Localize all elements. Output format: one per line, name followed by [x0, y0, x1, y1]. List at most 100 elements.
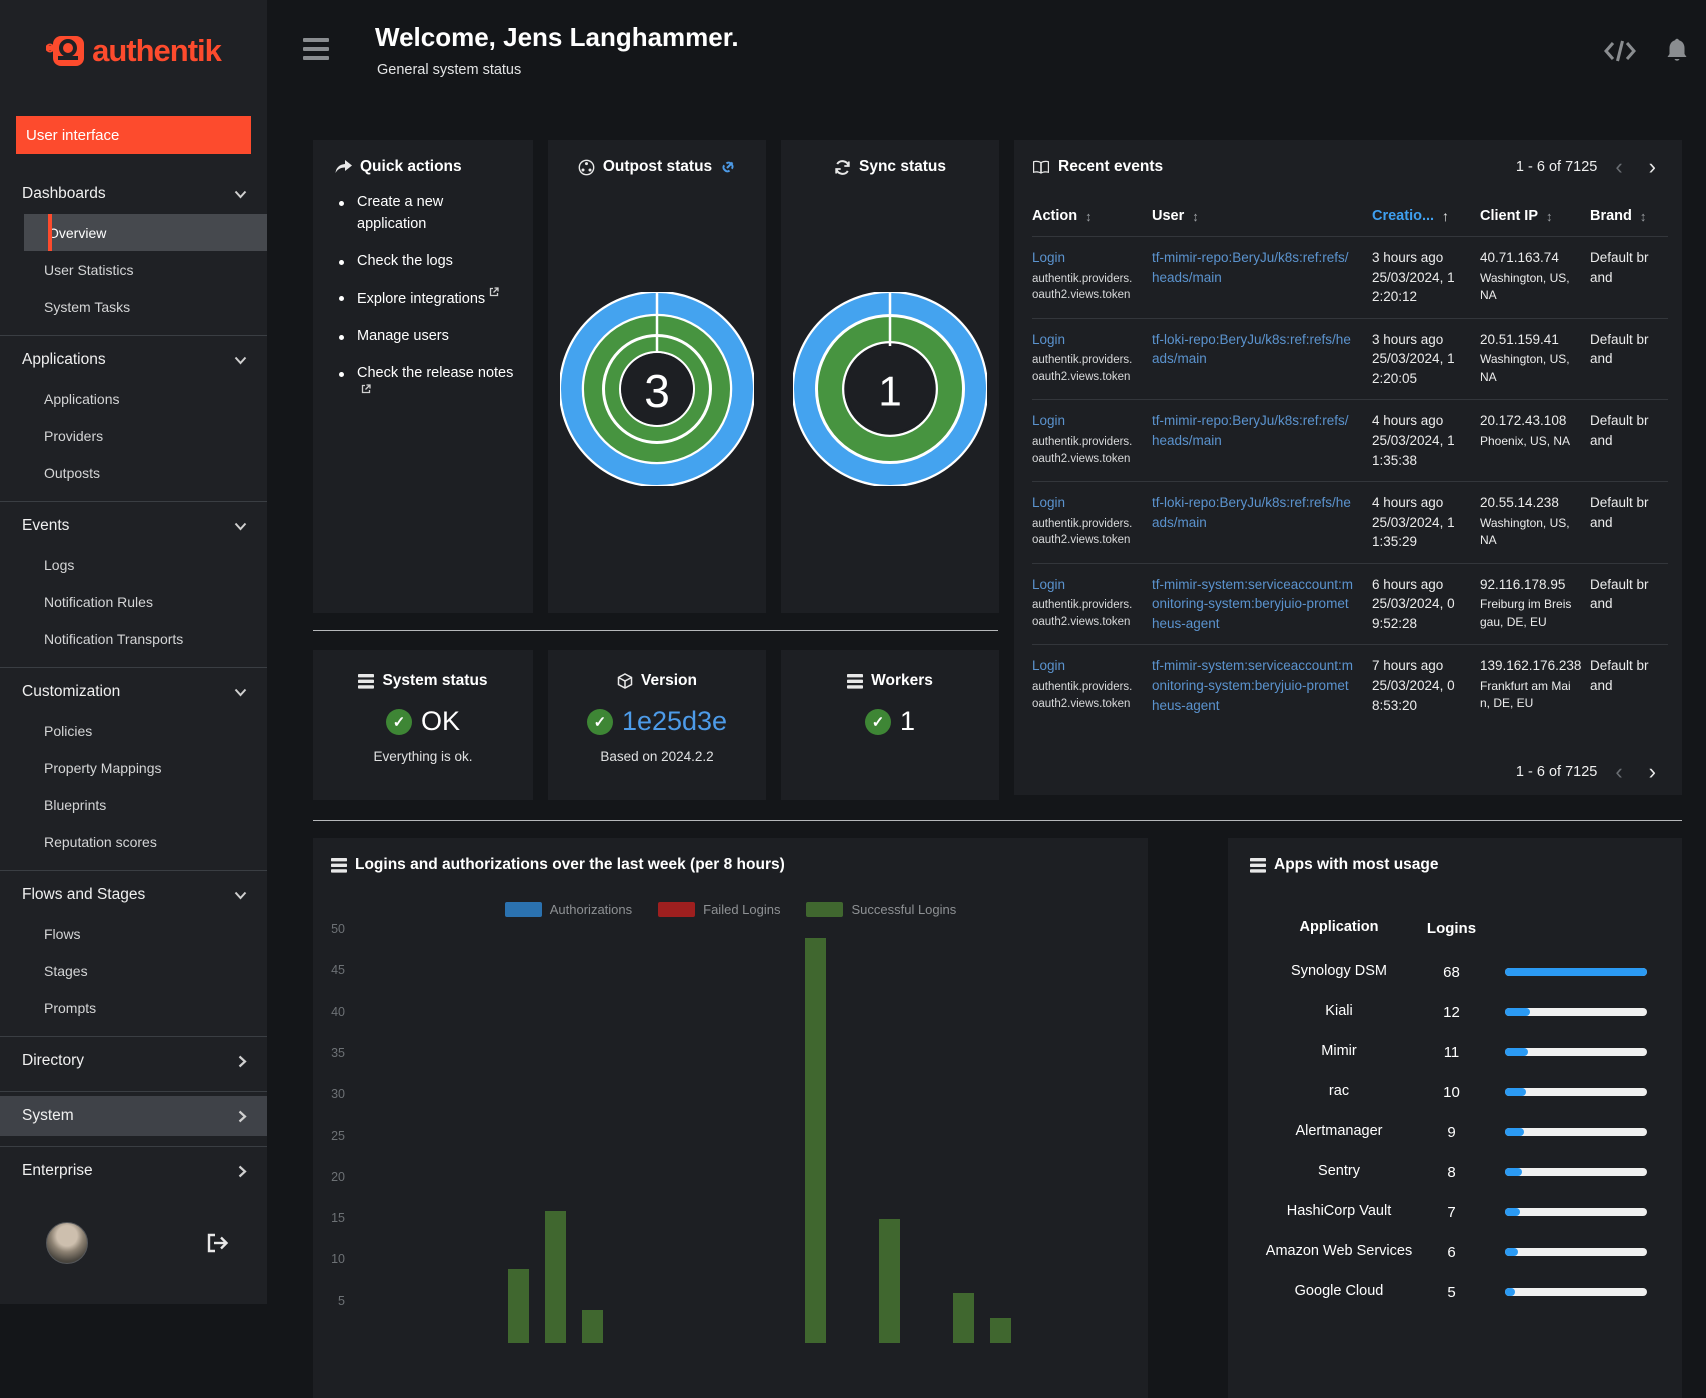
sidebar-item-dashboards[interactable]: Dashboards — [0, 174, 267, 214]
sidebar-item-flows[interactable]: Flows — [0, 915, 267, 952]
event-action-link[interactable]: Login — [1032, 656, 1065, 676]
notification-bell-icon[interactable] — [1665, 38, 1689, 69]
event-action-link[interactable]: Login — [1032, 493, 1065, 513]
event-action-cell: Login authentik.providers.oauth2.views.to… — [1032, 656, 1152, 715]
sidebar-item-flows-and-stages[interactable]: Flows and Stages — [0, 875, 267, 915]
legend-item: Failed Logins — [658, 902, 780, 917]
app-usage-bar-track — [1505, 1208, 1647, 1216]
sort-icon[interactable]: ↕ — [1192, 209, 1199, 224]
sidebar-section-label: Directory — [22, 1052, 85, 1069]
event-client-geo: Washington, US, NA — [1480, 515, 1570, 548]
version-value-link[interactable]: 1e25d3e — [622, 706, 727, 737]
column-header-user[interactable]: User ↕ — [1152, 208, 1372, 224]
pagination-prev-icon[interactable]: ‹ — [1607, 761, 1630, 783]
sidebar-item-stages[interactable]: Stages — [0, 952, 267, 989]
event-action-link[interactable]: Login — [1032, 411, 1065, 431]
quick-action-link[interactable]: Explore integrations — [357, 291, 485, 307]
avatar[interactable] — [46, 1222, 88, 1264]
sidebar-item-overview[interactable]: Overview — [24, 214, 267, 251]
app-logins-count: 6 — [1447, 1243, 1456, 1261]
sidebar-section-label: Applications — [22, 351, 106, 368]
sidebar-item-notification-rules[interactable]: Notification Rules — [0, 583, 267, 620]
app-usage-bar-cell — [1489, 1248, 1648, 1256]
event-user-link[interactable]: tf-mimir-repo:BeryJu/k8s:ref:refs/heads/… — [1152, 411, 1356, 450]
event-user-link[interactable]: tf-loki-repo:BeryJu/k8s:ref:refs/heads/m… — [1152, 330, 1356, 369]
event-user-link[interactable]: tf-loki-repo:BeryJu/k8s:ref:refs/heads/m… — [1152, 493, 1356, 532]
table-row: Login authentik.providers.oauth2.views.to… — [1032, 562, 1668, 645]
hamburger-menu-icon[interactable] — [303, 38, 329, 60]
column-header-brand[interactable]: Brand ↕ — [1590, 208, 1668, 224]
chevron-down-icon — [234, 891, 247, 899]
app-usage-bar-track — [1505, 1048, 1647, 1056]
sort-icon[interactable]: ↕ — [1640, 209, 1647, 224]
y-axis-tick: 35 — [331, 1045, 345, 1060]
sidebar-item-property-mappings[interactable]: Property Mappings — [0, 749, 267, 786]
app-usage-bar-fill — [1505, 968, 1647, 976]
sidebar-item-applications[interactable]: Applications — [0, 380, 267, 417]
sidebar-item-logs[interactable]: Logs — [0, 546, 267, 583]
table-row: Login authentik.providers.oauth2.views.to… — [1032, 317, 1668, 400]
sidebar-section-applications: Applications Applications Providers Outpost… — [0, 335, 267, 501]
sidebar-item-events[interactable]: Events — [0, 506, 267, 546]
y-axis-tick: 50 — [331, 922, 345, 936]
quick-action-link[interactable]: Manage users — [357, 328, 449, 344]
chart-bar — [581, 1309, 603, 1343]
app-name: rac — [1328, 1083, 1350, 1100]
column-header-action[interactable]: Action ↕ — [1032, 208, 1152, 224]
sidebar-item-policies[interactable]: Policies — [0, 712, 267, 749]
sort-icon[interactable]: ↕ — [1546, 209, 1553, 224]
event-action-link[interactable]: Login — [1032, 248, 1065, 268]
version-subtitle: Based on 2024.2.2 — [600, 749, 714, 764]
system-status-title: System status — [382, 672, 488, 689]
sidebar-item-providers[interactable]: Providers — [0, 417, 267, 454]
event-user-cell: tf-mimir-repo:BeryJu/k8s:ref:refs/heads/… — [1152, 411, 1372, 470]
event-client-ip: 40.71.163.74 — [1480, 250, 1559, 265]
sidebar-item-applications[interactable]: Applications — [0, 340, 267, 380]
quick-action-link[interactable]: Create a new application — [357, 194, 443, 232]
event-user-link[interactable]: tf-mimir-system:serviceaccount:monitorin… — [1152, 656, 1356, 715]
event-action-link[interactable]: Login — [1032, 575, 1065, 595]
event-action-cell: Login authentik.providers.oauth2.views.to… — [1032, 493, 1152, 552]
quick-action-link[interactable]: Check the release notes — [357, 365, 513, 381]
user-interface-button[interactable]: User interface — [16, 116, 251, 154]
sidebar-item-customization[interactable]: Customization — [0, 672, 267, 712]
sidebar-item-reputation-scores[interactable]: Reputation scores — [0, 823, 267, 860]
sidebar-item-directory[interactable]: Directory — [0, 1041, 267, 1081]
sidebar-item-outposts[interactable]: Outposts — [0, 454, 267, 491]
pagination-next-icon[interactable]: › — [1641, 156, 1664, 178]
sidebar-item-blueprints[interactable]: Blueprints — [0, 786, 267, 823]
event-action-cell: Login authentik.providers.oauth2.views.to… — [1032, 248, 1152, 307]
logout-icon[interactable] — [205, 1232, 229, 1254]
sidebar-section-enterprise: Enterprise — [0, 1146, 267, 1201]
api-code-icon[interactable] — [1603, 38, 1637, 69]
app-name: Sentry — [1318, 1163, 1360, 1180]
sort-icon[interactable]: ↕ — [1085, 209, 1092, 224]
sidebar-item-prompts[interactable]: Prompts — [0, 989, 267, 1026]
cube-icon — [617, 673, 633, 689]
quick-action-link[interactable]: Check the logs — [357, 253, 453, 269]
event-user-link[interactable]: tf-mimir-system:serviceaccount:monitorin… — [1152, 575, 1356, 634]
outpost-link-icon[interactable] — [720, 159, 736, 175]
event-client-ip: 20.55.14.238 — [1480, 495, 1559, 511]
sort-asc-icon[interactable]: ↑ — [1442, 208, 1449, 224]
sidebar-item-enterprise[interactable]: Enterprise — [0, 1151, 267, 1191]
app-usage-bar-fill — [1505, 1248, 1518, 1256]
sidebar-item-system[interactable]: System — [0, 1096, 267, 1136]
event-action-link[interactable]: Login — [1032, 330, 1065, 350]
sidebar-item-system-tasks[interactable]: System Tasks — [0, 288, 267, 325]
apps-column-logins: Logins — [1426, 919, 1477, 937]
event-time-absolute: 25/03/2024, 12:20:12 — [1372, 269, 1455, 305]
pagination-next-icon[interactable]: › — [1641, 761, 1664, 783]
page-subtitle: General system status — [377, 62, 522, 78]
event-ip-cell: 40.71.163.74 Washington, US, NA — [1480, 248, 1590, 307]
sidebar-item-user-statistics[interactable]: User Statistics — [0, 251, 267, 288]
apps-usage-row: Synology DSM 68 — [1264, 952, 1648, 992]
event-client-ip: 139.162.176.238 — [1480, 658, 1582, 674]
sidebar-item-notification-transports[interactable]: Notification Transports — [0, 620, 267, 657]
sidebar-section-label: Dashboards — [22, 185, 106, 202]
column-header-client-ip[interactable]: Client IP ↕ — [1480, 208, 1590, 224]
event-action-context: authentik.providers.oauth2.views.token — [1032, 681, 1133, 710]
column-header-creatio-[interactable]: Creatio... ↑ — [1372, 208, 1480, 224]
event-user-link[interactable]: tf-mimir-repo:BeryJu/k8s:ref:refs/heads/… — [1152, 248, 1356, 287]
pagination-prev-icon[interactable]: ‹ — [1607, 156, 1630, 178]
